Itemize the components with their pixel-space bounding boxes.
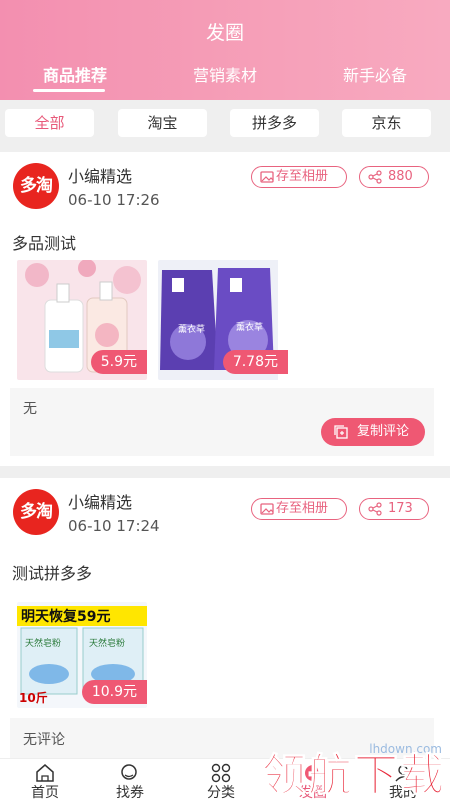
post-time: 06-10 17:26 [68, 191, 160, 209]
share-button[interactable]: 880 [359, 166, 429, 188]
category-icon [211, 763, 231, 783]
share-icon [368, 502, 382, 516]
product-price: 5.9元 [90, 350, 147, 374]
weight-label: 10斤 [19, 690, 48, 705]
product-image-detergent[interactable]: 薰衣草 薰衣草 7.78元 [158, 260, 288, 380]
comment-text: 无评论 [23, 732, 65, 748]
post-card: 多淘 小编精选 06-10 17:24 存至相册 173 测试拼多多 明天恢复5… [0, 478, 450, 758]
nav-label: 分类 [207, 785, 235, 800]
tab-bar: 商品推荐 营销素材 新手必备 [0, 62, 450, 92]
page-title: 发圈 [205, 22, 244, 44]
tab-beginner[interactable]: 新手必备 [300, 62, 450, 86]
watermark: lhdown.com 领航下载 [262, 742, 450, 800]
save-button-label: 存至相册 [276, 169, 329, 184]
author-name: 小编精选 [68, 167, 133, 186]
comment-text: 无 [23, 401, 37, 417]
share-button[interactable]: 173 [359, 498, 429, 520]
post-time: 06-10 17:24 [68, 517, 160, 535]
nav-home[interactable]: 首页 [0, 759, 90, 800]
tab-marketing[interactable]: 营销素材 [150, 62, 300, 86]
tab-recommended[interactable]: 商品推荐 [0, 62, 150, 86]
home-icon [36, 764, 54, 782]
detergent-label-1: 薰衣草 [178, 323, 205, 335]
detergent-label-2: 薰衣草 [236, 321, 263, 333]
nav-category[interactable]: 分类 [176, 759, 266, 800]
image-icon [260, 171, 274, 183]
product-image-body-wash[interactable]: 5.9元 [17, 260, 147, 380]
copy-button-label: 复制评论 [357, 424, 410, 439]
save-to-album-button[interactable]: 存至相册 [251, 166, 347, 188]
post-text: 多品测试 [12, 234, 77, 253]
product-price: 7.78元 [222, 350, 288, 374]
post-text: 测试拼多多 [12, 564, 93, 583]
save-button-label: 存至相册 [276, 501, 329, 516]
share-count: 880 [388, 169, 413, 184]
platform-filter-bar: 全部 淘宝 拼多多 京东 [0, 100, 450, 146]
copy-comment-button[interactable]: 复制评论 [321, 418, 425, 446]
filter-jd[interactable]: 京东 [342, 109, 431, 137]
promo-banner-text: 明天恢复59元 [21, 608, 110, 625]
filter-all[interactable]: 全部 [5, 109, 94, 137]
author-logo: 多淘 [13, 163, 59, 209]
nav-find-coupon[interactable]: 找券 [85, 759, 175, 800]
author-name: 小编精选 [68, 493, 133, 512]
comment-box: 无 复制评论 [10, 388, 434, 456]
save-to-album-button[interactable]: 存至相册 [251, 498, 347, 520]
product-price: 10.9元 [81, 680, 147, 704]
search-icon [121, 764, 137, 780]
filter-taobao[interactable]: 淘宝 [118, 109, 207, 137]
share-icon [368, 170, 382, 184]
pack-label-1: 天然皂粉 [25, 637, 61, 649]
nav-label: 找券 [116, 785, 144, 800]
copy-icon [334, 425, 348, 439]
pack-label-2: 天然皂粉 [89, 637, 125, 649]
author-logo: 多淘 [13, 489, 59, 535]
nav-label: 首页 [31, 785, 59, 800]
share-count: 173 [388, 501, 413, 516]
post-card: 多淘 小编精选 06-10 17:26 存至相册 880 多品测试 5.9元 薰… [0, 152, 450, 466]
app-header: 发圈 商品推荐 营销素材 新手必备 [0, 0, 450, 100]
watermark-text: 领航下载 [262, 750, 446, 800]
active-tab-indicator [33, 89, 105, 92]
image-icon [260, 503, 274, 515]
product-image-washing-powder[interactable]: 明天恢复59元 天然皂粉 天然皂粉 10斤 10.9元 [17, 602, 147, 708]
filter-pinduoduo[interactable]: 拼多多 [230, 109, 319, 137]
